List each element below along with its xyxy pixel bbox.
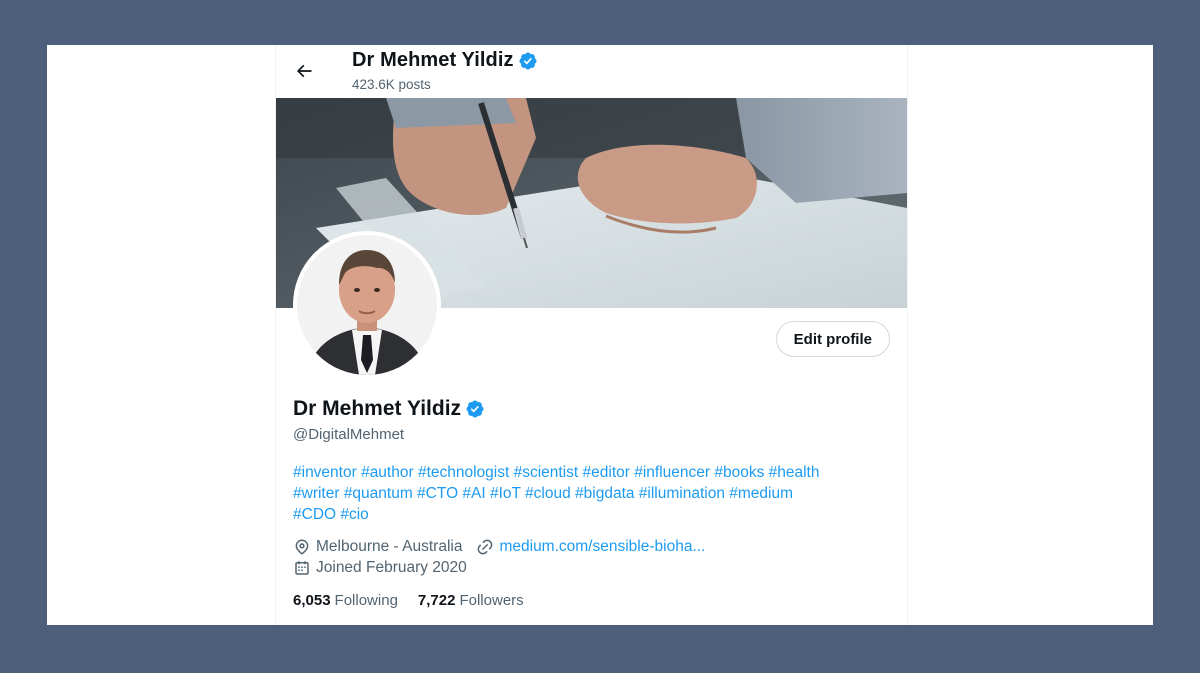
profile-name: Dr Mehmet Yildiz [293,397,485,421]
followers-label: Followers [459,592,524,609]
arrow-left-icon [296,64,312,78]
profile-joined-date: Joined February 2020 [316,559,467,576]
profile-handle: @DigitalMehmet [293,426,405,443]
screenshot-frame: Dr Mehmet Yildiz 423.6K posts Edit profi… [47,45,1153,625]
profile-website-link[interactable]: medium.com/sensible-bioha... [499,538,705,556]
bio-line[interactable]: #inventor #author #technologist #scienti… [293,462,893,483]
bio-line[interactable]: #writer #quantum #CTO #AI #IoT #cloud #b… [293,483,893,504]
bio-line[interactable]: #CDO #cio [293,504,893,525]
back-button[interactable] [288,55,320,87]
edit-profile-button[interactable]: Edit profile [775,321,890,357]
profile-location: Melbourne - Australia [316,538,463,555]
profile-header-bar: Dr Mehmet Yildiz 423.6K posts [276,45,907,97]
followers-count: 7,722 [417,592,456,609]
follow-stats: 6,053 Following 7,722 Followers [293,592,544,609]
header-title: Dr Mehmet Yildiz [352,49,538,72]
followers-link[interactable]: 7,722 Followers [418,592,524,609]
profile-joined-row: Joined February 2020 [293,559,467,577]
verified-badge-icon [519,51,537,70]
header-name: Dr Mehmet Yildiz [352,49,514,71]
verified-badge-icon[interactable] [465,399,485,419]
profile-meta-row: Melbourne - Australia medium.com/sensibl… [293,538,705,556]
following-link[interactable]: 6,053 Following [293,592,398,609]
calendar-icon [295,561,309,575]
following-label: Following [334,592,398,609]
profile-column: Dr Mehmet Yildiz 423.6K posts Edit profi… [275,45,908,625]
avatar-photo [297,235,437,375]
profile-avatar[interactable] [293,231,441,379]
following-count: 6,053 [293,592,331,609]
location-pin-icon [295,539,309,555]
profile-display-name: Dr Mehmet Yildiz [293,397,462,420]
profile-bio: #inventor #author #technologist #scienti… [293,462,893,525]
header-post-count: 423.6K posts [352,77,431,92]
link-icon [478,539,493,555]
